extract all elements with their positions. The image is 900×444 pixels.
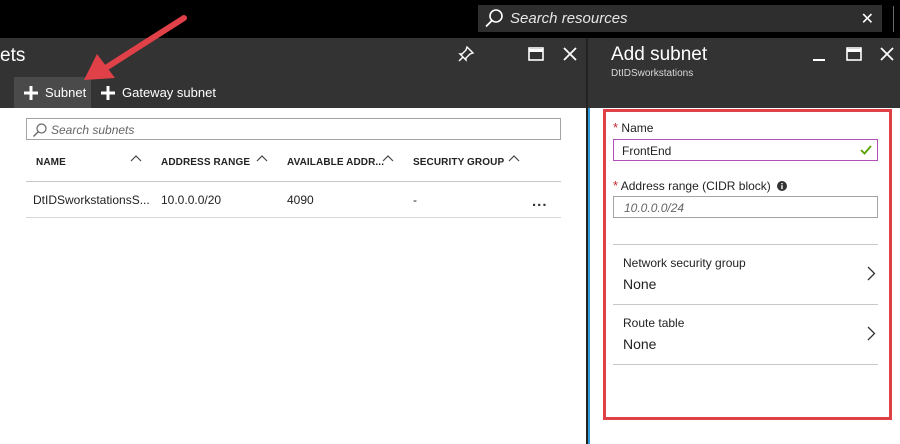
table-header-divider: [26, 181, 561, 182]
cell-name: DtIDSworkstationsS...: [33, 193, 150, 207]
sort-icon[interactable]: [508, 154, 520, 162]
minimize-icon[interactable]: [809, 44, 829, 64]
clear-search-icon[interactable]: ✕: [861, 9, 874, 29]
plus-icon: [24, 85, 38, 100]
row-divider: [26, 217, 561, 218]
column-header-name[interactable]: NAME: [36, 157, 66, 168]
search-subnets-field[interactable]: Search subnets: [26, 118, 561, 140]
close-icon[interactable]: [877, 44, 897, 64]
plus-icon: [101, 85, 115, 100]
add-subnet-blade-header: Add subnet DtIDSworkstations: [588, 38, 900, 108]
maximize-icon[interactable]: [844, 44, 864, 64]
cell-address-range: 10.0.0.0/20: [161, 193, 222, 207]
global-search-box[interactable]: Search resources ✕: [478, 5, 882, 32]
cell-security-group: -: [413, 193, 417, 207]
column-header-available[interactable]: AVAILABLE ADDR...: [287, 157, 384, 168]
column-header-security-group[interactable]: SECURITY GROUP: [413, 157, 504, 168]
blade-title: ets: [0, 45, 26, 66]
global-search-input[interactable]: Search resources: [510, 10, 628, 27]
more-icon[interactable]: ...: [532, 193, 548, 210]
add-subnet-title: Add subnet: [611, 44, 708, 65]
sort-icon[interactable]: [382, 154, 394, 162]
annotation-highlight-box: [603, 109, 892, 420]
add-subnet-subtitle: DtIDSworkstations: [611, 68, 694, 79]
close-icon[interactable]: [560, 44, 580, 64]
pin-icon[interactable]: [456, 44, 476, 64]
add-subnet-label: Subnet: [45, 85, 87, 100]
search-subnets-placeholder: Search subnets: [51, 123, 135, 137]
add-gateway-subnet-label: Gateway subnet: [122, 85, 216, 100]
topbar-divider: [893, 6, 894, 32]
search-icon: [33, 123, 47, 137]
column-header-address-range[interactable]: ADDRESS RANGE: [161, 157, 250, 168]
search-icon: [485, 9, 503, 28]
annotation-arrow: [84, 15, 187, 80]
maximize-icon[interactable]: [526, 44, 546, 64]
sort-icon[interactable]: [130, 154, 142, 162]
cell-available: 4090: [287, 193, 314, 207]
sort-icon[interactable]: [256, 154, 268, 162]
